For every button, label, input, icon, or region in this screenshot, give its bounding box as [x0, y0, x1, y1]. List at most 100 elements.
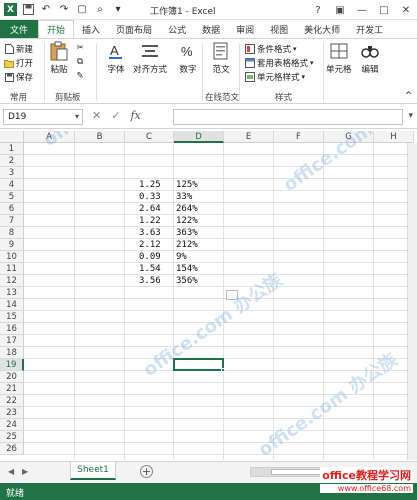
row-header[interactable]: 15: [0, 311, 24, 323]
paste-options-icon[interactable]: [226, 290, 238, 300]
cell-value-c[interactable]: 1.25: [139, 179, 161, 191]
tab-data[interactable]: 数据: [194, 20, 228, 38]
fanwen-button[interactable]: 范文: [211, 41, 231, 75]
print-preview-icon[interactable]: ⌕: [93, 3, 107, 17]
row-header[interactable]: 17: [0, 335, 24, 347]
conditional-format-button[interactable]: 条件格式 ▾: [245, 43, 297, 55]
tab-formulas[interactable]: 公式: [160, 20, 194, 38]
cell-value-c[interactable]: 1.22: [139, 215, 161, 227]
row-header[interactable]: 22: [0, 395, 24, 407]
cell-value-c[interactable]: 0.33: [139, 191, 161, 203]
cells-button[interactable]: 单元格: [326, 41, 352, 75]
row-header[interactable]: 23: [0, 407, 24, 419]
confirm-entry-icon[interactable]: ✓: [111, 109, 120, 122]
tab-insert[interactable]: 插入: [74, 20, 108, 38]
cell-value-d[interactable]: 264%: [176, 203, 198, 215]
tab-file[interactable]: 文件: [0, 20, 39, 38]
cell-value-d[interactable]: 33%: [176, 191, 192, 203]
row-header[interactable]: 6: [0, 203, 24, 215]
cell-value-c[interactable]: 0.09: [139, 251, 161, 263]
next-sheet-icon[interactable]: ▶: [22, 467, 28, 476]
minimize-button[interactable]: —: [351, 0, 373, 20]
cell-value-d[interactable]: 125%: [176, 179, 198, 191]
column-header[interactable]: G: [324, 131, 374, 143]
copy-button[interactable]: ⧉: [75, 57, 87, 67]
tab-view[interactable]: 视图: [262, 20, 296, 38]
row-header[interactable]: 10: [0, 251, 24, 263]
row-header[interactable]: 16: [0, 323, 24, 335]
row-header[interactable]: 25: [0, 431, 24, 443]
row-header[interactable]: 9: [0, 239, 24, 251]
undo-icon[interactable]: ↶: [39, 3, 53, 17]
cell-area[interactable]: 1.25 125% 0.33 33% 2.64 264% 1.22 122% 3.63 363% 2…: [24, 143, 417, 460]
editing-button[interactable]: 编辑: [360, 41, 380, 75]
row-header[interactable]: 19: [0, 359, 24, 371]
format-painter-button[interactable]: ✎: [75, 71, 87, 81]
cancel-entry-icon[interactable]: ✕: [92, 109, 101, 122]
new-button[interactable]: 新建: [4, 43, 33, 55]
row-header[interactable]: 21: [0, 383, 24, 395]
formula-input[interactable]: [173, 109, 403, 125]
open-button[interactable]: 打开: [4, 57, 33, 69]
cell-value-d[interactable]: 356%: [176, 275, 198, 287]
column-header[interactable]: A: [24, 131, 75, 143]
cut-button[interactable]: ✂: [75, 43, 87, 53]
insert-function-icon[interactable]: fx: [130, 109, 140, 122]
cell-value-d[interactable]: 212%: [176, 239, 198, 251]
tab-review[interactable]: 审阅: [228, 20, 262, 38]
cell-value-c[interactable]: 1.54: [139, 263, 161, 275]
row-header[interactable]: 8: [0, 227, 24, 239]
column-header[interactable]: D: [174, 131, 224, 143]
row-header[interactable]: 12: [0, 275, 24, 287]
tab-home[interactable]: 开始: [38, 20, 75, 38]
row-header[interactable]: 13: [0, 287, 24, 299]
save-icon[interactable]: [21, 3, 35, 17]
customize-qat-icon[interactable]: ▾: [111, 3, 125, 17]
paste-button[interactable]: 粘贴: [49, 41, 69, 75]
cell-value-c[interactable]: 2.12: [139, 239, 161, 251]
expand-formula-bar-icon[interactable]: ▾: [408, 111, 413, 121]
row-header[interactable]: 2: [0, 155, 24, 167]
fill-handle[interactable]: [221, 368, 225, 372]
vertical-scrollbar[interactable]: [407, 143, 417, 460]
cell-value-c[interactable]: 3.63: [139, 227, 161, 239]
row-header[interactable]: 18: [0, 347, 24, 359]
number-format-button[interactable]: % 数字: [178, 41, 198, 75]
cell-value-c[interactable]: 2.64: [139, 203, 161, 215]
collapse-ribbon-icon[interactable]: ^: [405, 91, 412, 101]
help-button[interactable]: ?: [307, 0, 329, 20]
row-header[interactable]: 24: [0, 419, 24, 431]
redo-icon[interactable]: ↷: [57, 3, 71, 17]
tab-beautify[interactable]: 美化大师: [296, 20, 348, 38]
new-file-icon[interactable]: ▢: [75, 3, 89, 17]
cell-value-d[interactable]: 9%: [176, 251, 187, 263]
table-format-button[interactable]: 套用表格格式 ▾: [245, 57, 314, 69]
cell-value-d[interactable]: 122%: [176, 215, 198, 227]
save-file-button[interactable]: 保存: [4, 71, 33, 83]
sheet-tab-sheet1[interactable]: Sheet1: [70, 462, 116, 480]
select-all-corner[interactable]: [0, 131, 24, 143]
row-header[interactable]: 1: [0, 143, 24, 155]
cell-value-d[interactable]: 363%: [176, 227, 198, 239]
cell-value-d[interactable]: 154%: [176, 263, 198, 275]
cell-value-c[interactable]: 3.56: [139, 275, 161, 287]
alignment-button[interactable]: 对齐方式: [133, 41, 167, 75]
close-button[interactable]: ✕: [395, 0, 417, 20]
tab-page-layout[interactable]: 页面布局: [108, 20, 160, 38]
ribbon-display-button[interactable]: ▣: [329, 0, 351, 20]
add-sheet-icon[interactable]: +: [140, 465, 153, 478]
row-header[interactable]: 3: [0, 167, 24, 179]
column-header[interactable]: B: [75, 131, 125, 143]
name-box[interactable]: D19 ▾: [3, 109, 83, 125]
column-header[interactable]: E: [224, 131, 274, 143]
restore-button[interactable]: □: [373, 0, 395, 20]
name-box-dropdown-icon[interactable]: ▾: [75, 112, 79, 121]
column-header[interactable]: C: [125, 131, 174, 143]
font-button[interactable]: A 字体: [106, 41, 126, 75]
row-header[interactable]: 14: [0, 299, 24, 311]
worksheet-grid[interactable]: ABCDEFGH 1 2 3 4 5 6 7 8 9 10 11 12 13 14 15 16 17 18 19 20…: [0, 131, 417, 460]
column-header[interactable]: F: [274, 131, 324, 143]
row-header[interactable]: 7: [0, 215, 24, 227]
row-header[interactable]: 4: [0, 179, 24, 191]
row-header[interactable]: 20: [0, 371, 24, 383]
